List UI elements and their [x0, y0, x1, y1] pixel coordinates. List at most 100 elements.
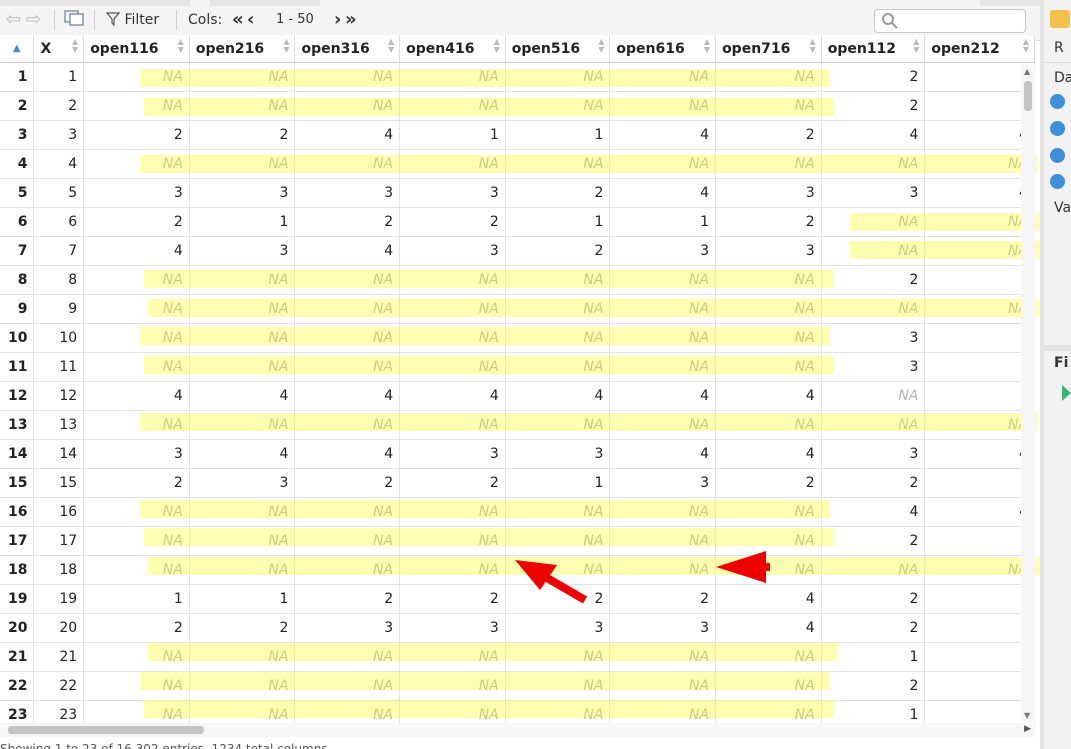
table-row[interactable]: 10 10 NA NA NA NA NA NA NA 3 [0, 323, 1035, 353]
table-cell: 2 [821, 62, 926, 92]
table-row[interactable]: 6 6 2 1 2 2 1 1 2 NA NA [0, 207, 1035, 237]
column-header-open516[interactable]: open516 ▲ ▼ [505, 35, 611, 63]
show-in-window-icon[interactable] [64, 8, 84, 32]
horizontal-scrollbar[interactable]: ▶ [0, 723, 1035, 737]
vertical-scroll-thumb[interactable] [1024, 81, 1032, 111]
scroll-down-icon[interactable]: ▼ [1024, 711, 1030, 720]
table-cell: 2 [399, 584, 506, 614]
sort-arrows-icon[interactable]: ▲ ▼ [1023, 38, 1029, 54]
column-header-open116[interactable]: open116 ▲ ▼ [83, 35, 190, 63]
sort-arrows-icon[interactable]: ▲ ▼ [810, 38, 816, 54]
sort-arrows-icon[interactable]: ▲ ▼ [178, 38, 184, 54]
row-number: 18 [0, 555, 35, 585]
prev-page-button[interactable]: ‹ [247, 8, 254, 32]
sort-arrows-icon[interactable]: ▲ ▼ [283, 38, 289, 54]
sort-arrows-icon[interactable]: ▲ ▼ [598, 38, 604, 54]
play-icon[interactable] [1050, 121, 1065, 136]
sort-arrows-icon[interactable]: ▲ ▼ [494, 38, 500, 54]
table-row[interactable]: 33224114244 [0, 120, 1035, 150]
table-cell: NA [189, 149, 296, 179]
tab-inactive-3[interactable] [980, 0, 1040, 6]
table-row[interactable]: 55333324334 [0, 178, 1035, 208]
scroll-up-icon[interactable]: ▲ [1024, 67, 1030, 76]
table-cell [924, 468, 1035, 498]
sort-arrows-icon[interactable]: ▲ ▼ [388, 38, 394, 54]
column-header-open316[interactable]: open316 ▲ ▼ [294, 35, 401, 63]
column-header-label: open416 [406, 40, 475, 57]
play-icon[interactable] [1050, 174, 1065, 189]
table-row[interactable]: 22 22 NA NA NA NA NA NA NA 2 [0, 671, 1035, 701]
table-row[interactable]: 23 23 NA NA NA NA NA NA NA 1 [0, 700, 1035, 725]
table-cell: NA [83, 265, 190, 295]
table-row[interactable]: 11 11 NA NA NA NA NA NA NA 3 [0, 352, 1035, 382]
sort-arrows-icon[interactable]: ▲ ▼ [704, 38, 710, 54]
table-cell: NA [294, 323, 401, 353]
table-cell: NA [294, 294, 401, 324]
table-cell: 2 [399, 468, 506, 498]
table-row[interactable]: 7 7 4 3 4 3 2 3 3 NA NA [0, 236, 1035, 266]
horizontal-scroll-thumb[interactable] [8, 726, 204, 734]
play-icon[interactable] [1050, 148, 1065, 163]
vertical-scrollbar[interactable]: ▲ ▼ [1021, 65, 1035, 722]
table-row[interactable]: 1616NANANANANANANA44 [0, 497, 1035, 527]
column-header-open716[interactable]: open716 ▲ ▼ [715, 35, 822, 63]
panel-item: Dat [1054, 70, 1071, 86]
column-header-x[interactable]: X ▲ ▼ [33, 35, 85, 63]
column-header-label: X [40, 40, 52, 57]
table-cell [924, 642, 1035, 672]
table-cell: NA [609, 91, 717, 121]
row-number-header[interactable]: ▲ [0, 35, 35, 63]
table-cell: 3 [609, 236, 717, 266]
tab-inactive-2[interactable] [210, 0, 320, 6]
table-cell: 3 [189, 236, 296, 266]
last-page-button[interactable]: » [345, 8, 357, 32]
next-page-button[interactable]: › [334, 8, 341, 32]
table-row[interactable]: 2 2 NA NA NA NA NA NA NA 2 [0, 91, 1035, 121]
files-tab[interactable]: Fi [1054, 355, 1068, 371]
sort-arrows-icon[interactable]: ▲ ▼ [913, 38, 919, 54]
table-cell [924, 526, 1035, 556]
column-header-open616[interactable]: open616 ▲ ▼ [609, 35, 717, 63]
row-number: 8 [0, 265, 35, 295]
first-page-button[interactable]: « [232, 8, 244, 32]
column-header-open216[interactable]: open216 ▲ ▼ [189, 35, 296, 63]
table-row[interactable]: 9 9 NA NA NA NA NA NA NA NA NA [0, 294, 1035, 324]
forward-arrow-icon[interactable]: ⇨ [26, 8, 41, 32]
column-header-open416[interactable]: open416 ▲ ▼ [399, 35, 506, 63]
table-row[interactable]: 8 8 NA NA NA NA NA NA NA 2 [0, 265, 1035, 295]
table-row[interactable]: 15 15 2 3 2 2 1 3 2 2 [0, 468, 1035, 498]
table-row[interactable]: 20 20 2 2 3 3 3 3 4 2 [0, 613, 1035, 643]
table-cell: NA [399, 671, 506, 701]
table-cell: NA [715, 526, 822, 556]
search-input[interactable] [874, 9, 1026, 33]
table-cell: 4 [609, 120, 717, 150]
table-row[interactable]: 21 21 NA NA NA NA NA NA NA 1 [0, 642, 1035, 672]
tab-inactive[interactable] [0, 0, 190, 6]
table-cell: 8 [33, 265, 85, 295]
table-cell: NA [83, 497, 190, 527]
column-header-open112[interactable]: open112 ▲ ▼ [821, 35, 926, 63]
table-row[interactable]: 17 17 NA NA NA NA NA NA NA 2 [0, 526, 1035, 556]
table-row[interactable]: 19 19 1 1 2 2 2 2 4 2 [0, 584, 1035, 614]
table-cell: 2 [505, 178, 611, 208]
sort-arrows-icon[interactable]: ▲ ▼ [72, 38, 78, 54]
table-cell: NA [505, 91, 611, 121]
table-row[interactable]: 12 12 4 4 4 4 4 4 4 NA [0, 381, 1035, 411]
table-row[interactable]: 13 13 NA NA NA NA NA NA NA NA NA [0, 410, 1035, 440]
table-row[interactable]: 18 18 NA NA NA NA NA NA NA NA NA [0, 555, 1035, 585]
green-arrow-icon[interactable] [1062, 385, 1071, 401]
column-header-open212[interactable]: open212 ▲ ▼ [924, 35, 1035, 63]
play-icon[interactable] [1050, 94, 1065, 109]
table-row[interactable]: 1414344334434 [0, 439, 1035, 469]
table-cell: NA [505, 62, 611, 92]
table-cell: NA [609, 700, 717, 725]
scroll-right-icon[interactable]: ▶ [1024, 724, 1031, 734]
back-arrow-icon[interactable]: ⇦ [6, 8, 21, 32]
table-cell: NA [609, 642, 717, 672]
table-row[interactable]: 1 1 NA NA NA NA NA NA NA 2 [0, 62, 1035, 92]
filter-button[interactable]: Filter [105, 8, 159, 32]
table-cell: NA [505, 700, 611, 725]
table-row[interactable]: 4 4 NA NA NA NA NA NA NA NA NA [0, 149, 1035, 179]
table-cell: NA [505, 410, 611, 440]
open-folder-icon[interactable] [1050, 10, 1070, 28]
